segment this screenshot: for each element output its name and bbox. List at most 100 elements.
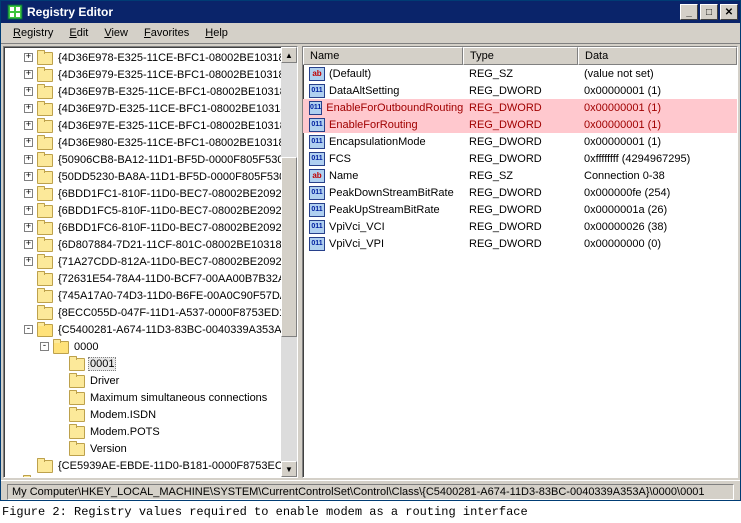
value-row[interactable]: 011VpiVci_VCIREG_DWORD0x00000026 (38) bbox=[303, 218, 737, 235]
tree-node[interactable]: {CE5939AE-EBDE-11D0-B181-0000F8753EC4} bbox=[6, 457, 295, 474]
tree-node[interactable]: {72631E54-78A4-11D0-BCF7-00AA00B7B32A} bbox=[6, 270, 295, 287]
scroll-down[interactable]: ▼ bbox=[281, 461, 297, 477]
menubar: Registry Edit View Favorites Help bbox=[1, 23, 740, 44]
value-row[interactable]: 011EnableForRoutingREG_DWORD0x00000001 (… bbox=[303, 116, 737, 133]
value-row[interactable]: 011EncapsulationModeREG_DWORD0x00000001 … bbox=[303, 133, 737, 150]
expander-icon[interactable]: + bbox=[24, 87, 33, 96]
tree-label[interactable]: {50906CB8-BA12-11D1-BF5D-0000F805F530} bbox=[56, 154, 289, 166]
menu-help[interactable]: Help bbox=[197, 25, 236, 41]
tree-node[interactable]: Modem.ISDN bbox=[6, 406, 295, 423]
tree-node[interactable]: + {6BDD1FC5-810F-11D0-BEC7-08002BE2092F} bbox=[6, 202, 295, 219]
tree-node[interactable]: + {71A27CDD-812A-11D0-BEC7-08002BE2092F} bbox=[6, 253, 295, 270]
expander-icon[interactable]: + bbox=[24, 155, 33, 164]
col-header-name[interactable]: Name bbox=[303, 47, 463, 65]
value-row[interactable]: 011DataAltSettingREG_DWORD0x00000001 (1) bbox=[303, 82, 737, 99]
tree-node[interactable]: + {6D807884-7D21-11CF-801C-08002BE10318} bbox=[6, 236, 295, 253]
tree-node[interactable]: - {C5400281-A674-11D3-83BC-0040339A353A} bbox=[6, 321, 295, 338]
col-header-type[interactable]: Type bbox=[463, 47, 578, 65]
tree-label[interactable]: Version bbox=[88, 443, 129, 455]
tree-label[interactable]: 0001 bbox=[88, 357, 116, 371]
expander-icon[interactable]: + bbox=[24, 138, 33, 147]
expander-icon[interactable]: - bbox=[40, 342, 49, 351]
value-type: REG_DWORD bbox=[463, 221, 578, 233]
tree-label[interactable]: Maximum simultaneous connections bbox=[88, 392, 269, 404]
value-row[interactable]: abNameREG_SZConnection 0-38 bbox=[303, 167, 737, 184]
tree-node[interactable]: + {4D36E978-E325-11CE-BFC1-08002BE10318} bbox=[6, 49, 295, 66]
expander-icon[interactable]: + bbox=[24, 121, 33, 130]
tree-label[interactable]: {6BDD1FC1-810F-11D0-BEC7-08002BE2092F} bbox=[56, 188, 294, 200]
menu-favorites[interactable]: Favorites bbox=[136, 25, 197, 41]
value-row[interactable]: 011EnableForOutboundRoutingREG_DWORD0x00… bbox=[303, 99, 737, 116]
tree-node[interactable]: Driver bbox=[6, 372, 295, 389]
col-header-data[interactable]: Data bbox=[578, 47, 737, 65]
tree-node[interactable]: + {4D36E979-E325-11CE-BFC1-08002BE10318} bbox=[6, 66, 295, 83]
expander-icon[interactable]: + bbox=[24, 104, 33, 113]
tree-label[interactable]: {C5400281-A674-11D3-83BC-0040339A353A} bbox=[56, 324, 287, 336]
tree-label[interactable]: {4D36E980-E325-11CE-BFC1-08002BE10318} bbox=[56, 137, 290, 149]
expander-icon[interactable]: + bbox=[24, 257, 33, 266]
tree-node[interactable]: Maximum simultaneous connections bbox=[6, 389, 295, 406]
tree-label[interactable]: {4D36E97D-E325-11CE-BFC1-08002BE10318} bbox=[56, 103, 292, 115]
tree-pane[interactable]: +{4D36E978-E325-11CE-BFC1-08002BE10318}+… bbox=[3, 46, 298, 478]
tree-node[interactable]: + {4D36E97D-E325-11CE-BFC1-08002BE10318} bbox=[6, 100, 295, 117]
menu-view[interactable]: View bbox=[96, 25, 136, 41]
list-pane[interactable]: Name Type Data ab(Default)REG_SZ(value n… bbox=[302, 46, 738, 478]
value-row[interactable]: ab(Default)REG_SZ(value not set) bbox=[303, 65, 737, 82]
tree-label[interactable]: {50DD5230-BA8A-11D1-BF5D-0000F805F530} bbox=[56, 171, 291, 183]
expander-icon[interactable]: + bbox=[24, 53, 33, 62]
tree-label[interactable]: {CE5939AE-EBDE-11D0-B181-0000F8753EC4} bbox=[56, 460, 295, 472]
tree-label[interactable]: Driver bbox=[88, 375, 121, 387]
tree-label[interactable]: Modem.ISDN bbox=[88, 409, 158, 421]
scrollbar-vertical[interactable]: ▲ ▼ bbox=[281, 47, 297, 477]
close-button[interactable]: ✕ bbox=[720, 4, 738, 20]
tree-label[interactable]: {4D36E978-E325-11CE-BFC1-08002BE10318} bbox=[56, 52, 290, 64]
tree-node[interactable]: {8ECC055D-047F-11D1-A537-0000F8753ED1} bbox=[6, 304, 295, 321]
tree-label[interactable]: {71A27CDD-812A-11D0-BEC7-08002BE2092F} bbox=[56, 256, 294, 268]
value-row[interactable]: 011PeakUpStreamBitRateREG_DWORD0x0000001… bbox=[303, 201, 737, 218]
value-name: (Default) bbox=[329, 68, 371, 80]
tree-label[interactable]: {8ECC055D-047F-11D1-A537-0000F8753ED1} bbox=[56, 307, 291, 319]
tree-label[interactable]: {4D36E979-E325-11CE-BFC1-08002BE10318} bbox=[56, 69, 290, 81]
expander-icon[interactable]: + bbox=[24, 189, 33, 198]
tree-node[interactable]: Modem.POTS bbox=[6, 423, 295, 440]
value-row[interactable]: 011FCSREG_DWORD0xffffffff (4294967295) bbox=[303, 150, 737, 167]
tree-node[interactable]: + {4D36E97B-E325-11CE-BFC1-08002BE10318} bbox=[6, 83, 295, 100]
tree-node[interactable]: CoDeviceInstallers bbox=[6, 474, 295, 478]
maximize-button[interactable]: □ bbox=[700, 4, 718, 20]
value-row[interactable]: 011VpiVci_VPIREG_DWORD0x00000000 (0) bbox=[303, 235, 737, 252]
tree-label[interactable]: {745A17A0-74D3-11D0-B6FE-00A0C90F57DA} bbox=[56, 290, 293, 302]
tree-node[interactable]: + {6BDD1FC6-810F-11D0-BEC7-08002BE2092F} bbox=[6, 219, 295, 236]
scroll-thumb[interactable] bbox=[281, 157, 297, 337]
tree-label[interactable]: {6BDD1FC5-810F-11D0-BEC7-08002BE2092F} bbox=[56, 205, 294, 217]
value-data: (value not set) bbox=[578, 68, 737, 80]
expander-icon[interactable]: + bbox=[24, 206, 33, 215]
tree-node[interactable]: {745A17A0-74D3-11D0-B6FE-00A0C90F57DA} bbox=[6, 287, 295, 304]
minimize-button[interactable]: _ bbox=[680, 4, 698, 20]
expander-icon[interactable]: + bbox=[24, 240, 33, 249]
tree-node[interactable]: 0001 bbox=[6, 355, 295, 372]
scroll-up[interactable]: ▲ bbox=[281, 47, 297, 63]
value-data: 0x00000026 (38) bbox=[578, 221, 737, 233]
expander-icon[interactable]: + bbox=[24, 172, 33, 181]
tree-node[interactable]: + {4D36E97E-E325-11CE-BFC1-08002BE10318} bbox=[6, 117, 295, 134]
tree-label[interactable]: {4D36E97E-E325-11CE-BFC1-08002BE10318} bbox=[56, 120, 292, 132]
tree-label[interactable]: {6BDD1FC6-810F-11D0-BEC7-08002BE2092F} bbox=[56, 222, 294, 234]
tree-node[interactable]: + {50DD5230-BA8A-11D1-BF5D-0000F805F530} bbox=[6, 168, 295, 185]
expander-icon[interactable]: + bbox=[24, 223, 33, 232]
tree-label[interactable]: {72631E54-78A4-11D0-BCF7-00AA00B7B32A} bbox=[56, 273, 291, 285]
tree-label[interactable]: CoDeviceInstallers bbox=[42, 477, 138, 479]
tree-label[interactable]: Modem.POTS bbox=[88, 426, 162, 438]
tree-node[interactable]: Version bbox=[6, 440, 295, 457]
expander-icon[interactable]: + bbox=[24, 70, 33, 79]
tree-label[interactable]: {6D807884-7D21-11CF-801C-08002BE10318} bbox=[56, 239, 287, 251]
expander-icon[interactable]: - bbox=[24, 325, 33, 334]
menu-edit[interactable]: Edit bbox=[61, 25, 96, 41]
menu-registry[interactable]: Registry bbox=[5, 25, 61, 41]
tree-node[interactable]: + {6BDD1FC1-810F-11D0-BEC7-08002BE2092F} bbox=[6, 185, 295, 202]
tree-label[interactable]: 0000 bbox=[72, 341, 100, 353]
tree-node[interactable]: + {50906CB8-BA12-11D1-BF5D-0000F805F530} bbox=[6, 151, 295, 168]
tree-node[interactable]: - 0000 bbox=[6, 338, 295, 355]
value-row[interactable]: 011PeakDownStreamBitRateREG_DWORD0x00000… bbox=[303, 184, 737, 201]
tree-label[interactable]: {4D36E97B-E325-11CE-BFC1-08002BE10318} bbox=[56, 86, 292, 98]
tree-node[interactable]: + {4D36E980-E325-11CE-BFC1-08002BE10318} bbox=[6, 134, 295, 151]
